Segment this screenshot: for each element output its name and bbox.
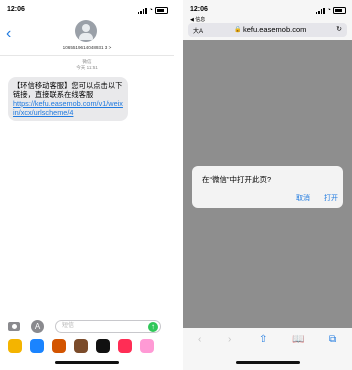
record-icon[interactable] [96,339,110,353]
photos-app-icon[interactable] [8,339,22,353]
cancel-button[interactable]: 取消 [296,193,310,203]
message-text: 【环信移动客服】您可以点击以下链接，直接联系在线客服 [13,81,123,99]
url-bar[interactable]: 大A 🔒 kefu.easemob.com ↻ [188,23,347,37]
camera-icon[interactable] [8,322,20,331]
home-indicator[interactable] [236,361,300,364]
sender-number[interactable]: 1065519614048931 3 > [0,45,174,50]
compose-bar: A 短信 ↑ [0,320,174,334]
reload-icon[interactable]: ↻ [336,25,342,33]
battery-icon [155,7,168,14]
message-link[interactable]: https://kefu.easemob.com/v1/weixin/xcx/u… [13,99,123,117]
message-timestamp: 今天 11:51 [76,65,98,70]
bookmarks-icon[interactable]: 📖 [292,334,304,345]
message-bubble: 【环信移动客服】您可以点击以下链接，直接联系在线客服 https://kefu.… [8,77,128,121]
battery-icon [333,7,346,14]
share-icon[interactable]: ⇧ [259,334,267,345]
dialog-title: 在“微信”中打开此页? [202,175,272,184]
contact-avatar[interactable] [75,20,97,42]
signal-icon [315,7,325,14]
message-input[interactable]: 短信 [55,320,161,333]
lock-icon: 🔒 [234,27,242,33]
back-icon[interactable]: ‹ [6,26,11,42]
send-button[interactable]: ↑ [148,321,158,332]
status-time: 12:06 [190,6,208,13]
wifi-icon: ◔ [148,7,153,14]
status-time: 12:06 [7,6,25,13]
app-store-icon[interactable] [30,339,44,353]
reader-icon[interactable]: 大A [193,26,203,35]
status-icons: ◔ [315,7,346,14]
open-button[interactable]: 打开 [324,193,338,203]
status-icons: ◔ [137,7,168,14]
wifi-icon: ◔ [326,7,331,14]
safari-screen: 12:06 ◔ ◀ 信息 大A 🔒 kefu.easemob.com ↻ 在“微… [183,0,352,370]
back-to-app[interactable]: ◀ 信息 [190,16,205,23]
memoji-icon[interactable] [74,339,88,353]
memoji-icon[interactable] [52,339,66,353]
app-strip [0,339,174,353]
tabs-icon[interactable]: ⧉ [329,334,336,345]
back-icon[interactable]: ‹ [198,334,201,345]
app-store-icon[interactable]: A [31,320,44,333]
signal-icon [137,7,147,14]
music-icon[interactable] [118,339,132,353]
header-divider [0,55,174,56]
url-domain[interactable]: kefu.easemob.com [243,25,306,34]
more-app-icon[interactable] [140,339,154,353]
open-in-app-dialog: 在“微信”中打开此页? 取消 打开 [192,166,343,208]
status-bar: 12:06 ◔ [7,6,168,16]
safari-header: 12:06 ◔ ◀ 信息 大A 🔒 kefu.easemob.com ↻ [183,0,352,40]
safari-toolbar: ‹ › ⇧ 📖 ⧉ [183,328,352,370]
status-bar: 12:06 ◔ [190,6,346,16]
forward-icon[interactable]: › [228,334,231,345]
messages-screen: 12:06 ◔ ‹ 1065519614048931 3 > 微信 今天 11:… [0,0,174,370]
home-indicator[interactable] [55,361,119,364]
